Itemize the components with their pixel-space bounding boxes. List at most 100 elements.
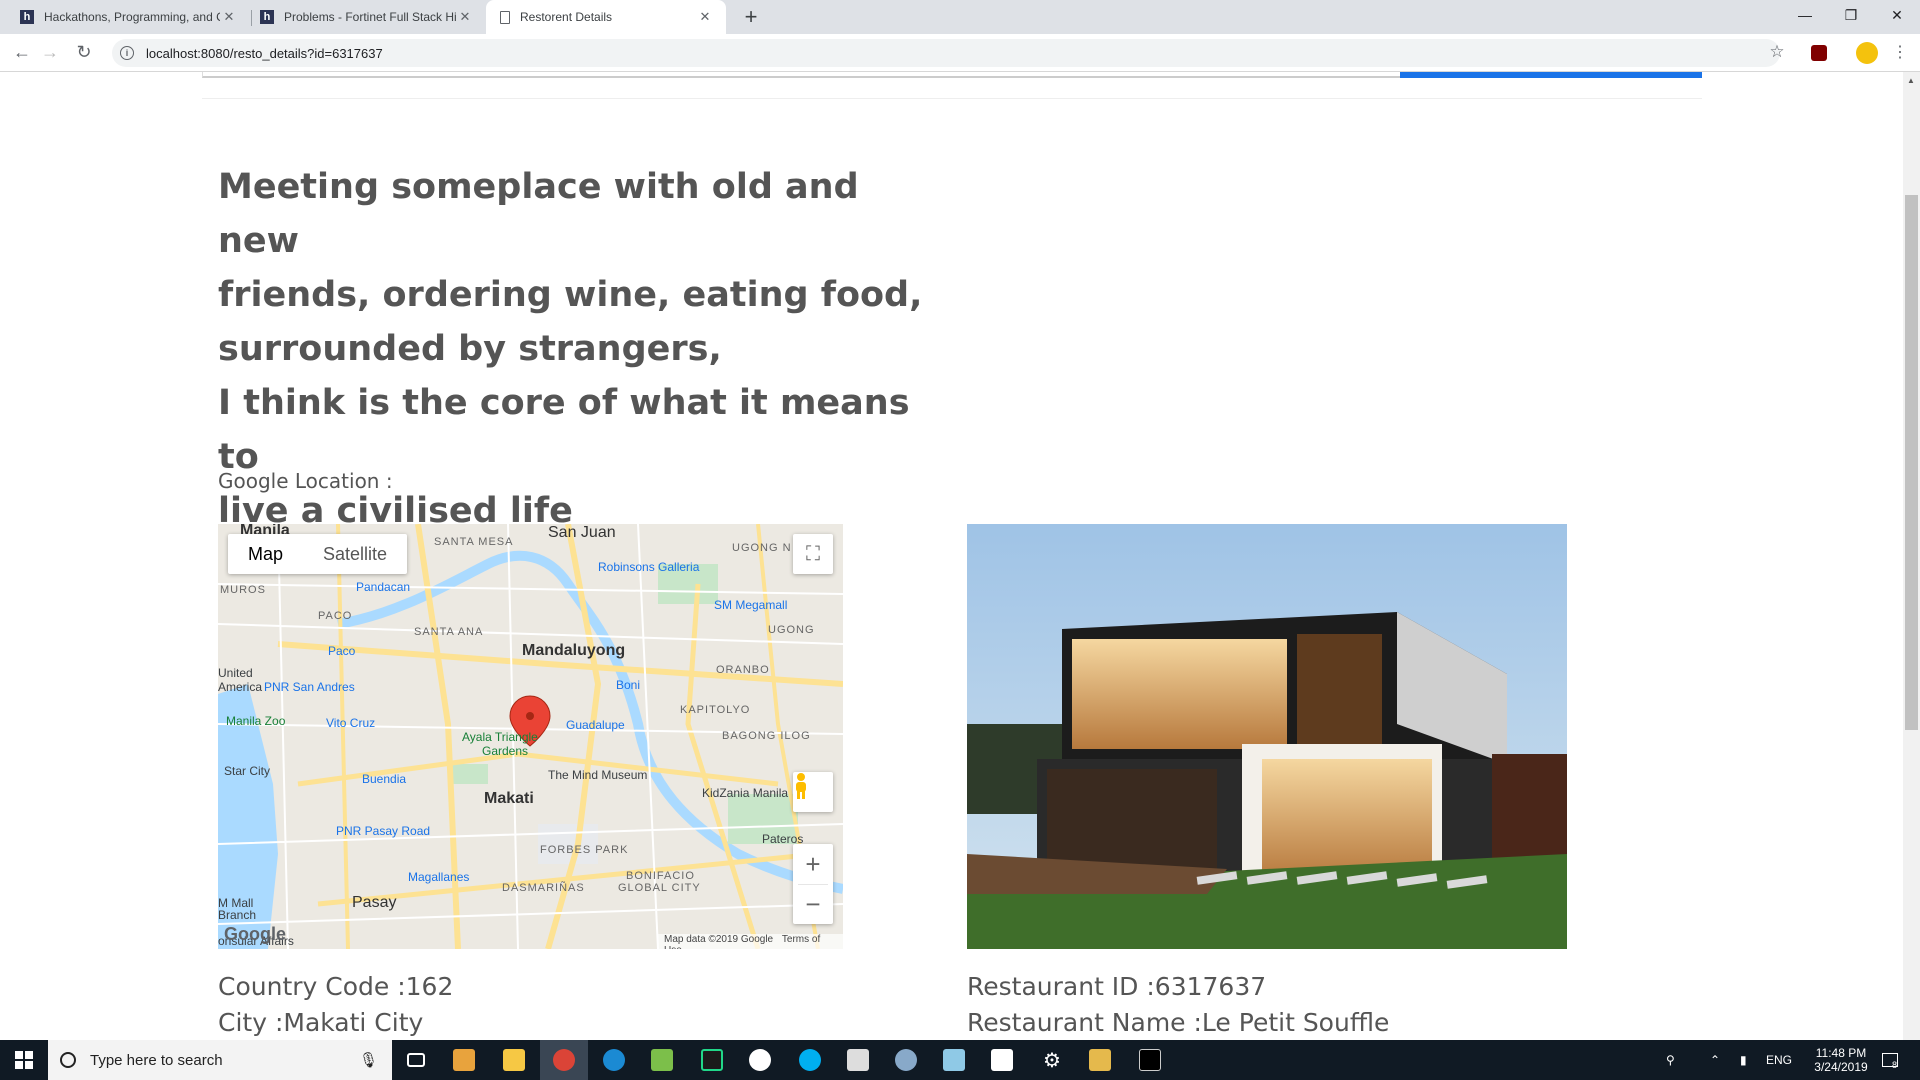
network-icon[interactable]: ▮ <box>1740 1040 1747 1080</box>
forward-icon[interactable]: → <box>36 38 64 66</box>
map-label-ugong-n: UGONG N <box>732 542 792 554</box>
url-text: localhost:8080/resto_details?id=6317637 <box>146 45 383 61</box>
search-button-remnant[interactable] <box>1400 72 1702 78</box>
address-bar[interactable]: i localhost:8080/resto_details?id=631763… <box>112 39 1780 67</box>
map-data-text: Map data ©2019 Google <box>664 934 774 945</box>
photos-icon[interactable] <box>978 1040 1026 1080</box>
restaurant-id: Restaurant ID :6317637 <box>967 972 1267 1001</box>
bookmark-star-icon[interactable]: ☆ <box>1763 38 1791 66</box>
map-label-magallanes: Magallanes <box>408 870 470 884</box>
map-label-forbes-park: FORBES PARK <box>540 844 629 856</box>
action-center-icon[interactable]: 8 <box>1882 1040 1898 1080</box>
menu-dots-icon[interactable]: ⋮ <box>1886 38 1914 66</box>
language-indicator[interactable]: ENG <box>1766 1040 1792 1080</box>
tab-hackathons[interactable]: h Hackathons, Programming, and C ✕ <box>0 0 250 34</box>
back-icon[interactable]: ← <box>8 38 36 66</box>
map-label-kapitolyo: KAPITOLYO <box>680 704 751 716</box>
map-label-makati: Makati <box>484 790 534 807</box>
new-tab-button[interactable]: + <box>738 4 764 30</box>
quote-line: surrounded by strangers, <box>218 329 722 369</box>
pycharm-icon[interactable] <box>688 1040 736 1080</box>
fullscreen-icon[interactable]: ⛶ <box>793 534 833 574</box>
scrollbar-thumb[interactable] <box>1905 195 1918 730</box>
tab-problems[interactable]: h Problems - Fortinet Full Stack Hir ✕ <box>252 0 486 34</box>
map-label-global-city: GLOBAL CITY <box>618 882 701 894</box>
settings-gear-icon[interactable]: ⚙ <box>1028 1040 1076 1080</box>
restore-icon[interactable]: ❐ <box>1828 0 1874 30</box>
map-label-buendia: Buendia <box>362 772 407 786</box>
street-view-pegman-icon[interactable] <box>793 772 833 812</box>
close-icon[interactable]: ✕ <box>696 9 714 25</box>
notepad-plus-icon[interactable] <box>638 1040 686 1080</box>
map-type-map-button[interactable]: Map <box>228 534 303 574</box>
google-map[interactable]: Manila SANTA MESA San Juan UGONG N Robin… <box>218 524 843 949</box>
house-photo-illustration <box>967 524 1567 949</box>
map-type-satellite-button[interactable]: Satellite <box>303 534 407 574</box>
quote-line: I think is the core of what it means to <box>218 383 910 477</box>
close-icon[interactable]: ✕ <box>456 9 474 25</box>
clock-time: 11:48 PM <box>1815 1046 1867 1060</box>
search-bar-remnant <box>202 72 1402 78</box>
profile-avatar[interactable] <box>1856 42 1878 64</box>
map-label-oranbo: ORANBO <box>716 664 770 676</box>
h-logo-icon: h <box>260 10 274 24</box>
windows-start-icon[interactable] <box>0 1040 48 1080</box>
map-type-control: Map Satellite <box>228 534 408 574</box>
info-icon[interactable]: i <box>120 46 134 60</box>
close-window-icon[interactable]: ✕ <box>1874 0 1920 30</box>
map-label-robinsons: Robinsons Galleria <box>598 560 700 574</box>
archive-icon[interactable] <box>1076 1040 1124 1080</box>
clock-date: 3/24/2019 <box>1814 1060 1868 1074</box>
google-logo[interactable]: Google <box>224 924 286 945</box>
reload-icon[interactable]: ↻ <box>70 38 98 66</box>
map-label-kidzania: KidZania Manila <box>702 786 789 800</box>
clock[interactable]: 11:48 PM 3/24/2019 <box>1806 1040 1876 1080</box>
map-label-manila-zoo: Manila Zoo <box>226 714 286 728</box>
ublock-extension-icon[interactable] <box>1811 45 1827 61</box>
map-label-star-city: Star City <box>224 764 271 778</box>
taskbar-search-box[interactable]: Type here to search 🎙 <box>48 1040 392 1080</box>
country-code: Country Code :162 <box>218 972 454 1001</box>
minimize-icon[interactable]: — <box>1782 0 1828 30</box>
cortana-icon <box>60 1052 76 1068</box>
map-label-muros: MUROS <box>220 584 266 596</box>
app-icon[interactable] <box>882 1040 930 1080</box>
terminal-icon[interactable] <box>1126 1040 1174 1080</box>
map-label-pnr-pasay: PNR Pasay Road <box>336 824 431 838</box>
restaurant-photo <box>967 524 1567 949</box>
search-placeholder: Type here to search <box>90 1051 223 1069</box>
map-label-mind-museum: The Mind Museum <box>548 768 648 782</box>
tab-restorent-details[interactable]: Restorent Details ✕ <box>486 0 726 34</box>
map-label-mandaluyong: Mandaluyong <box>522 642 626 659</box>
microphone-icon[interactable]: 🎙 <box>359 1051 378 1069</box>
tab-title: Hackathons, Programming, and C <box>44 10 220 24</box>
people-icon[interactable]: ⚲ <box>1666 1040 1675 1080</box>
tray-overflow-chevron-icon[interactable]: ⌃ <box>1710 1040 1720 1080</box>
browser-toolbar: ← → ↻ i localhost:8080/resto_details?id=… <box>0 34 1920 72</box>
map-attribution: Map data ©2019 Google Terms of Use <box>658 934 843 949</box>
divider <box>202 98 1702 99</box>
map-label-san-juan: San Juan <box>548 524 616 541</box>
file-explorer-icon[interactable] <box>490 1040 538 1080</box>
chrome-icon[interactable] <box>540 1040 588 1080</box>
scroll-up-icon[interactable]: ▲ <box>1907 76 1915 85</box>
close-icon[interactable]: ✕ <box>220 9 238 25</box>
zoom-out-icon[interactable]: − <box>805 885 820 924</box>
edge-icon[interactable] <box>590 1040 638 1080</box>
map-label-united: United <box>218 666 253 680</box>
skype-icon[interactable] <box>786 1040 834 1080</box>
city: City :Makati City <box>218 1008 424 1037</box>
map-label-dasmarinas: DASMARIÑAS <box>502 882 585 894</box>
mongodb-compass-icon[interactable] <box>736 1040 784 1080</box>
quote-line: Meeting someplace with old and new <box>218 167 859 261</box>
tab-title: Problems - Fortinet Full Stack Hir <box>284 10 456 24</box>
task-view-icon[interactable] <box>392 1040 440 1080</box>
zoom-control: + − <box>793 844 833 924</box>
map-label-bonifacio: BONIFACIO <box>626 870 695 882</box>
calculator-icon[interactable] <box>834 1040 882 1080</box>
map-label-sm-megamall: SM Megamall <box>714 598 788 612</box>
zoom-in-icon[interactable]: + <box>805 844 820 884</box>
notes-icon[interactable] <box>930 1040 978 1080</box>
media-player-icon[interactable] <box>440 1040 488 1080</box>
notification-count: 8 <box>1892 1060 1898 1070</box>
